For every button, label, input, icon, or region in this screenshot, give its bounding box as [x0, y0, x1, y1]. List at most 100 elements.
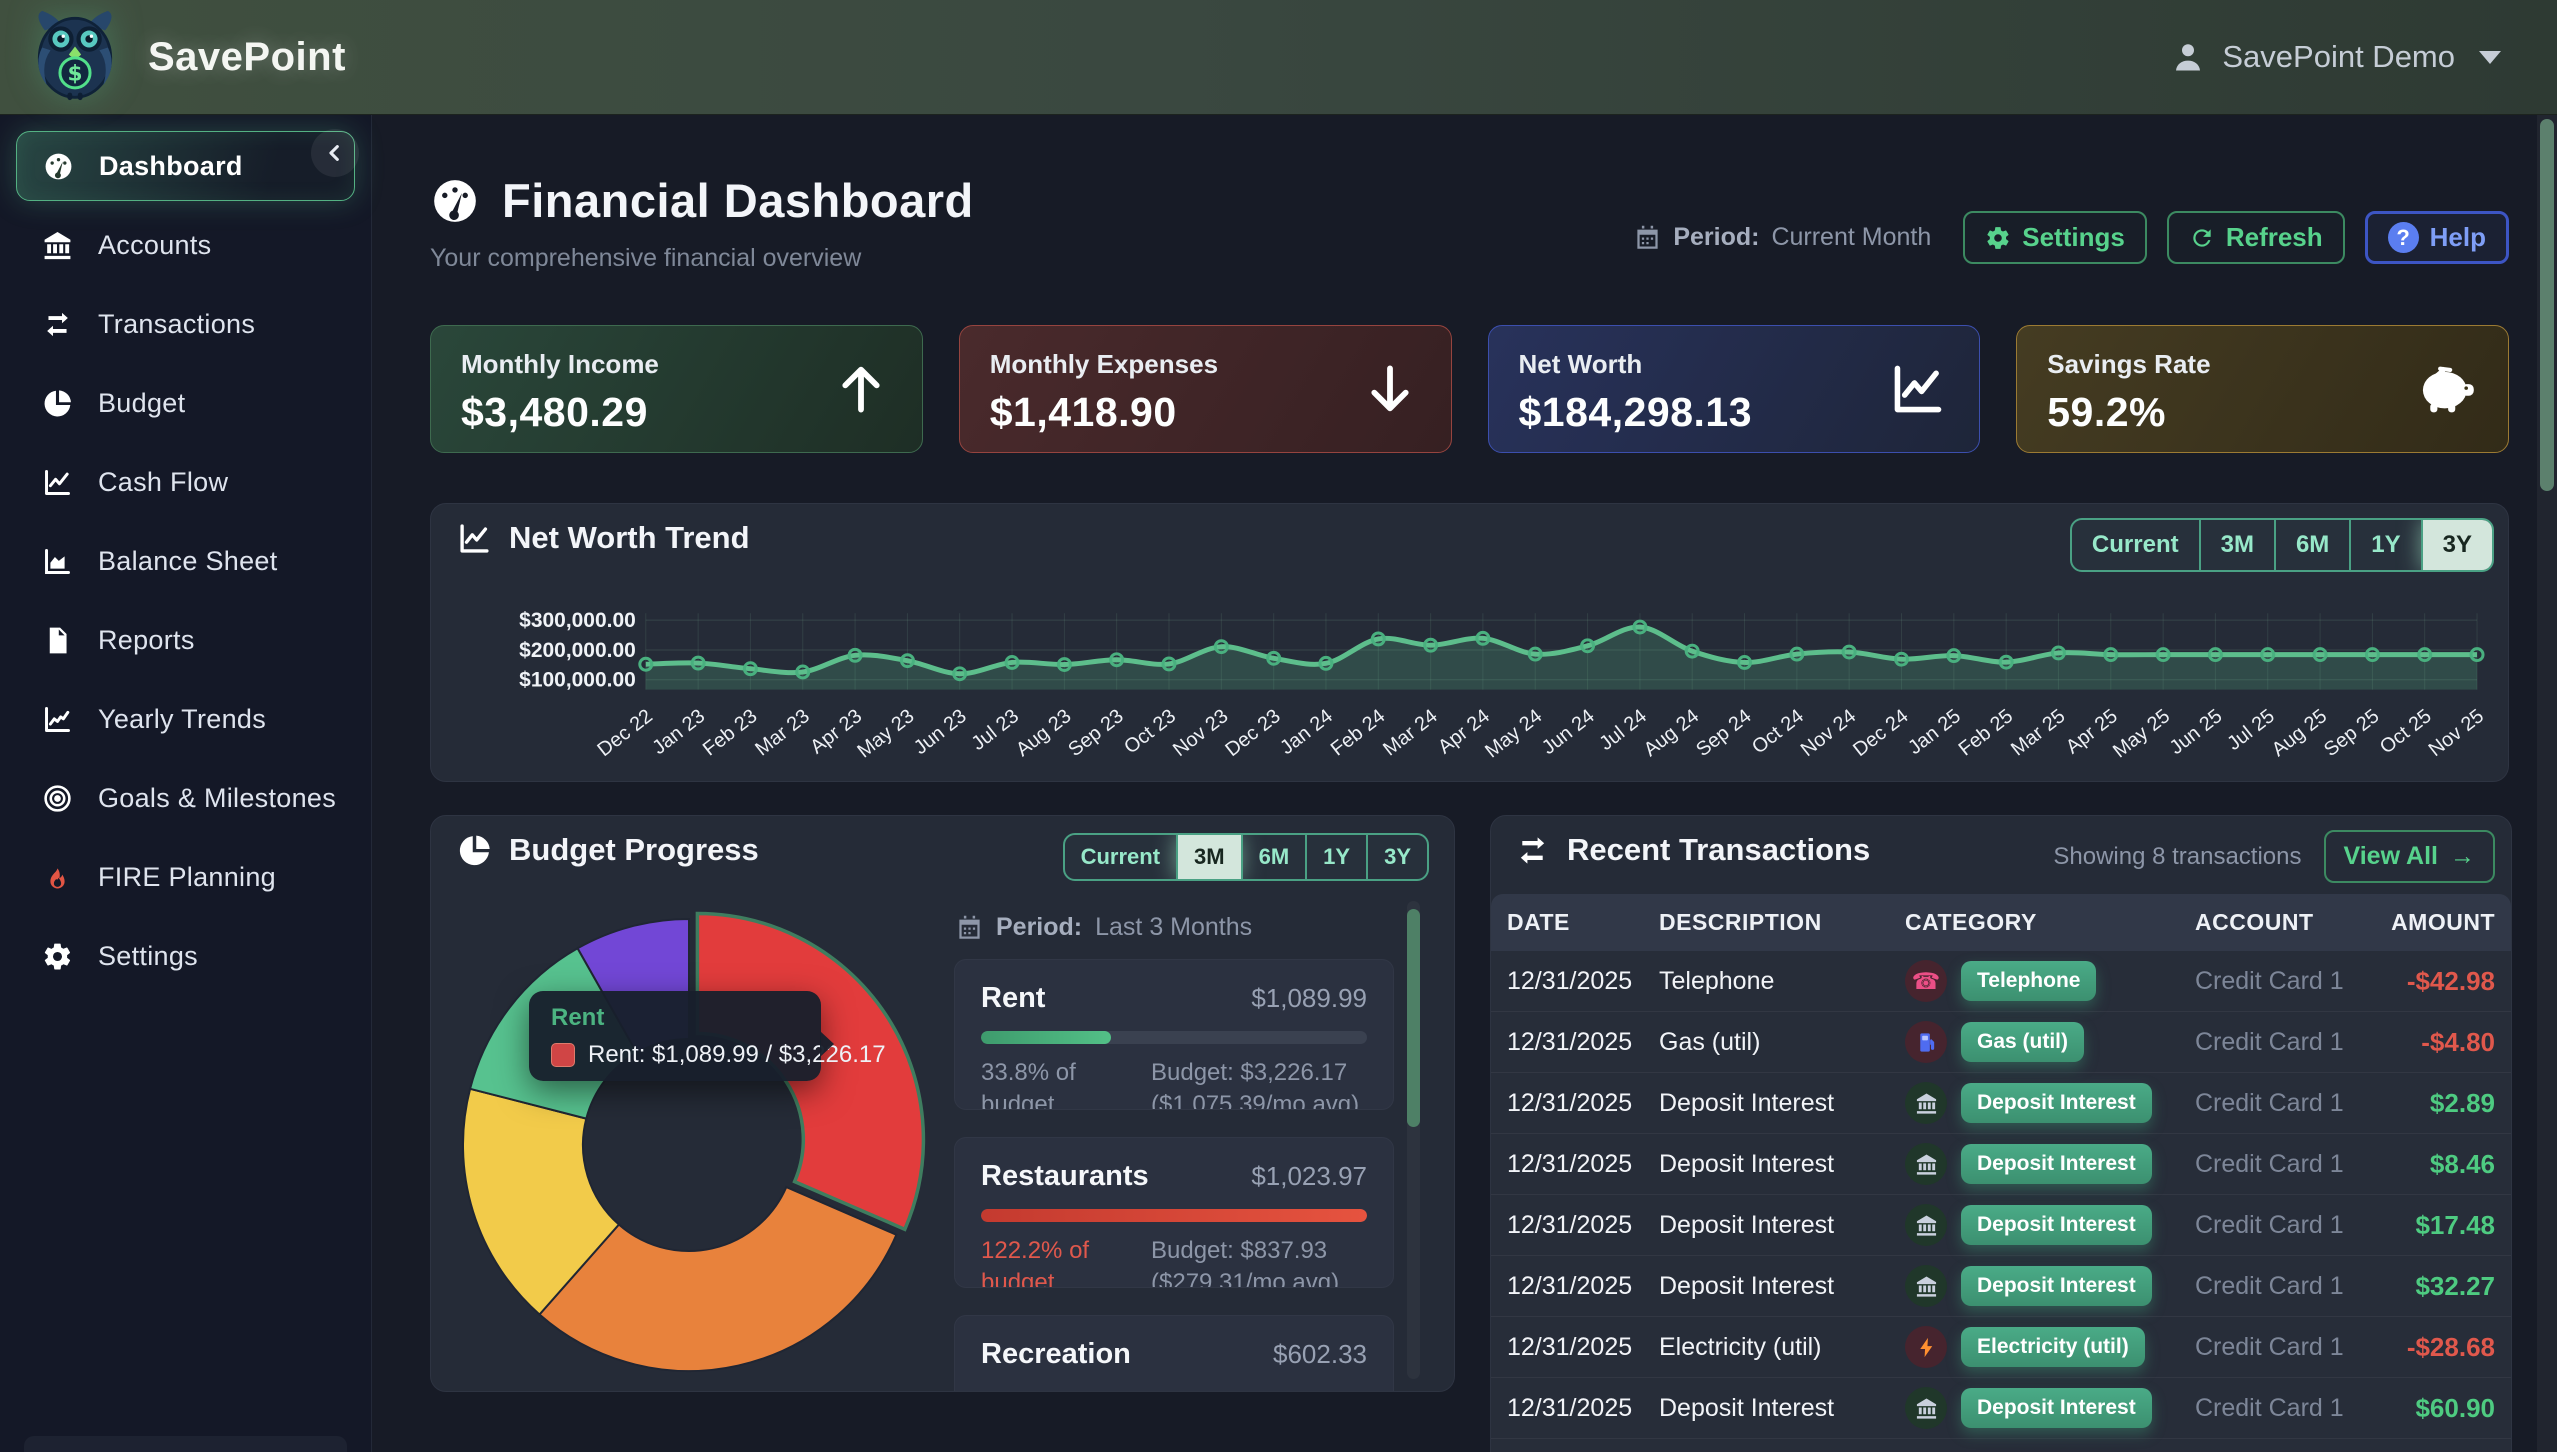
range-button-6m[interactable]: 6M: [1241, 835, 1306, 879]
transaction-description: Deposit Interest: [1659, 1089, 1905, 1118]
page-scrollbar[interactable]: [2537, 115, 2557, 1452]
svg-text:Jan 24: Jan 24: [1276, 705, 1337, 759]
svg-text:Nov 25: Nov 25: [2425, 705, 2488, 761]
budget-amount-label: Budget: $3,226.17: [1151, 1057, 1359, 1089]
stat-card-value: 59.2%: [2047, 389, 2478, 436]
user-menu[interactable]: SavePoint Demo: [2170, 39, 2501, 75]
budget-card-title: Budget Progress: [509, 832, 759, 868]
chart-line-icon: [457, 521, 492, 556]
sidebar-item-yearly-trends[interactable]: Yearly Trends: [16, 684, 355, 754]
sidebar-item-accounts[interactable]: Accounts: [16, 210, 355, 280]
range-button-6m[interactable]: 6M: [2274, 520, 2349, 570]
transaction-date: 12/31/2025: [1507, 1394, 1659, 1423]
refresh-button[interactable]: Refresh: [2167, 211, 2345, 264]
range-button-3y[interactable]: 3Y: [2421, 520, 2492, 570]
help-button-label: Help: [2430, 222, 2486, 253]
category-icon-circle: [1905, 1204, 1947, 1246]
arrow-up-icon: [832, 360, 890, 418]
svg-text:Jun 25: Jun 25: [2166, 705, 2227, 759]
view-all-button[interactable]: View All →: [2324, 830, 2495, 883]
help-button[interactable]: ? Help: [2365, 211, 2509, 264]
column-header-date: DATE: [1507, 909, 1659, 936]
budget-item-rent: Rent $1,089.99 33.8% of budget Budget: $…: [954, 959, 1394, 1110]
transaction-amount: -$28.68: [2391, 1332, 2495, 1363]
transaction-date: 12/31/2025: [1507, 1028, 1659, 1057]
transaction-row[interactable]: 12/31/2025 Deposit Interest Deposit Inte…: [1491, 1073, 2511, 1134]
transaction-date: 12/31/2025: [1507, 1150, 1659, 1179]
range-button-3y[interactable]: 3Y: [1366, 835, 1427, 879]
sidebar-item-balance-sheet[interactable]: Balance Sheet: [16, 526, 355, 596]
budget-percent-label: 33.8% of budget: [981, 1057, 1151, 1110]
trend-range-selector: Current3M6M1Y3Y: [2070, 518, 2494, 572]
sidebar-item-transactions[interactable]: Transactions: [16, 289, 355, 359]
svg-text:Oct 23: Oct 23: [1120, 705, 1180, 758]
transaction-account: Credit Card 1: [2195, 967, 2391, 996]
svg-text:Sep 23: Sep 23: [1064, 705, 1127, 761]
sidebar-item-goals-milestones[interactable]: Goals & Milestones: [16, 763, 355, 833]
sidebar-item-fire-planning[interactable]: FIRE Planning: [16, 842, 355, 912]
main-content: Financial Dashboard Your comprehensive f…: [372, 115, 2537, 1452]
page-scrollbar-thumb[interactable]: [2540, 119, 2554, 491]
trend-card-title: Net Worth Trend: [509, 520, 750, 556]
bank-small-icon: [1915, 1397, 1938, 1420]
budget-donut-chart[interactable]: [431, 901, 954, 1392]
transfer-icon: [1515, 833, 1550, 868]
category-icon-circle: [1905, 1326, 1947, 1368]
stat-card-label: Net Worth: [1519, 349, 1950, 380]
transaction-description: Deposit Interest: [1659, 1150, 1905, 1179]
range-button-current[interactable]: Current: [2072, 520, 2199, 570]
category-icon-circle: [1905, 1387, 1947, 1429]
svg-text:May 25: May 25: [2109, 705, 2174, 762]
transaction-amount: $8.46: [2391, 1149, 2495, 1180]
user-name: SavePoint Demo: [2222, 39, 2455, 75]
transaction-row[interactable]: 12/31/2025 Deposit Interest Deposit Inte…: [1491, 1256, 2511, 1317]
settings-button[interactable]: Settings: [1963, 211, 2147, 264]
budget-item-recreation: Recreation $602.33: [954, 1315, 1394, 1392]
page-header: Financial Dashboard Your comprehensive f…: [430, 173, 2509, 313]
arrow-right-icon: →: [2450, 842, 2475, 871]
svg-text:$: $: [67, 61, 82, 86]
transaction-row[interactable]: 12/31/2025 Deposit Interest Deposit Inte…: [1491, 1134, 2511, 1195]
transaction-date: 12/31/2025: [1507, 1089, 1659, 1118]
transaction-account: Credit Card 1: [2195, 1089, 2391, 1118]
transaction-account: Credit Card 1: [2195, 1394, 2391, 1423]
transaction-amount: -$42.98: [2391, 966, 2495, 997]
tooltip-text: Rent: $1,089.99 / $3,226.17: [588, 1041, 886, 1069]
budget-amount-label: Budget: $837.93: [1151, 1235, 1339, 1267]
range-button-current[interactable]: Current: [1065, 835, 1176, 879]
budget-scrollbar-thumb[interactable]: [1407, 909, 1420, 1127]
bank-small-icon: [1915, 1153, 1938, 1176]
budget-scrollbar[interactable]: [1407, 901, 1420, 1379]
category-badge: Deposit Interest: [1961, 1083, 2152, 1123]
top-navbar: $ SavePoint SavePoint Demo: [0, 0, 2557, 115]
chevron-left-icon: [321, 139, 349, 167]
stat-card-savings-rate: Savings Rate 59.2%: [2016, 325, 2509, 453]
sidebar-item-cash-flow[interactable]: Cash Flow: [16, 447, 355, 517]
stat-card-monthly-expenses: Monthly Expenses $1,418.90: [959, 325, 1452, 453]
transaction-row[interactable]: 12/31/2025 Telephone ☎ Telephone Credit …: [1491, 951, 2511, 1012]
sidebar-item-budget[interactable]: Budget: [16, 368, 355, 438]
fuel-icon: [1915, 1031, 1938, 1054]
transaction-row[interactable]: 12/31/2025 Deposit Interest Deposit Inte…: [1491, 1195, 2511, 1256]
budget-period-indicator: Period: Last 3 Months: [956, 913, 1394, 942]
svg-text:$200,000.00: $200,000.00: [519, 639, 636, 662]
transaction-amount: $32.27: [2391, 1271, 2495, 1302]
range-button-3m[interactable]: 3M: [1176, 835, 1241, 879]
sidebar-item-reports[interactable]: Reports: [16, 605, 355, 675]
settings-button-label: Settings: [2022, 222, 2125, 253]
transaction-row[interactable]: 12/31/2025 Gas (util) Gas (util) Credit …: [1491, 1012, 2511, 1073]
flame-icon: [40, 860, 74, 894]
transaction-description: Electricity (util): [1659, 1333, 1905, 1362]
transaction-date: 12/31/2025: [1507, 1272, 1659, 1301]
brand-name: SavePoint: [148, 35, 346, 80]
transaction-row[interactable]: 12/31/2025 Electricity (util) Electricit…: [1491, 1317, 2511, 1378]
category-badge: Deposit Interest: [1961, 1388, 2152, 1428]
sidebar-item-settings[interactable]: Settings: [16, 921, 355, 991]
range-button-3m[interactable]: 3M: [2199, 520, 2274, 570]
range-button-1y[interactable]: 1Y: [1305, 835, 1366, 879]
transaction-row[interactable]: 12/31/2025 Deposit Interest Deposit Inte…: [1491, 1378, 2511, 1439]
sidebar-item-dashboard[interactable]: Dashboard: [16, 131, 355, 201]
range-button-1y[interactable]: 1Y: [2349, 520, 2420, 570]
sidebar-collapse-button[interactable]: [311, 129, 359, 177]
budget-item-name: Restaurants: [981, 1160, 1149, 1193]
